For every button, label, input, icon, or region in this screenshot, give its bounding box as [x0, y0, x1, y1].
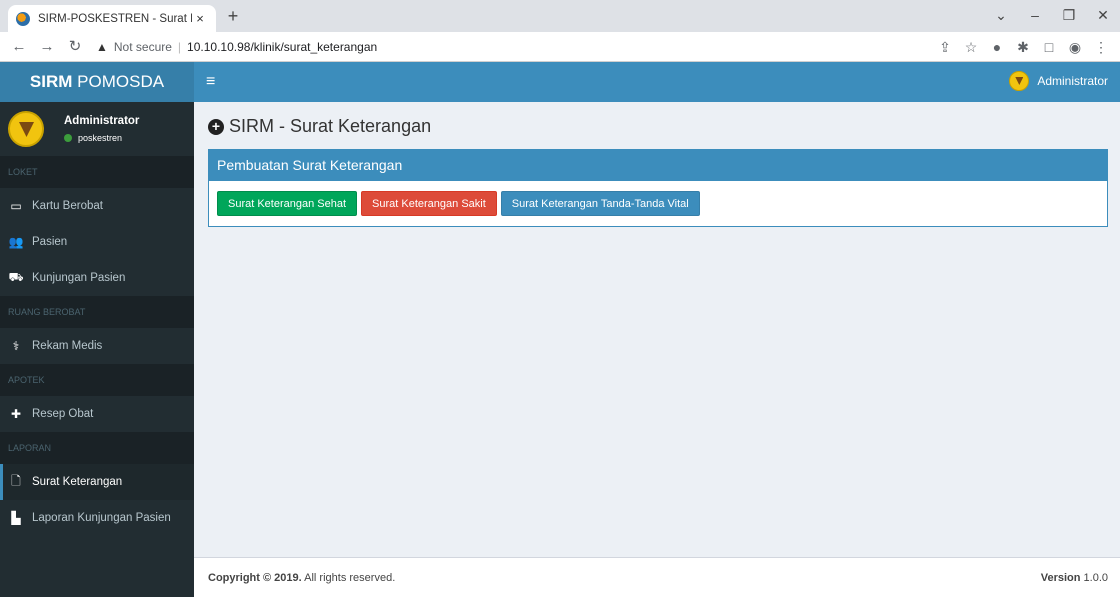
menu-header-apotek: APOTEK — [0, 364, 194, 396]
browser-tab-bar: SIRM-POSKESTREN - Surat Keteran × + ⌄ – … — [0, 0, 1120, 32]
menu-header-ruang-berobat: RUANG BEROBAT — [0, 296, 194, 328]
extension-toolbar: ⇪ ☆ ● ✱ □ ◉ ⋮ — [932, 36, 1114, 58]
address-bar: ← → ↻ ▲ Not secure | 10.10.10.98/klinik/… — [0, 32, 1120, 62]
file-text-icon: ▙ — [11, 511, 21, 525]
file-icon: 🗋 — [11, 473, 21, 488]
sidebar-item-label: Kunjungan Pasien — [32, 272, 126, 284]
avatar — [8, 111, 44, 147]
box-body: Surat Keterangan Sehat Surat Keterangan … — [209, 181, 1107, 226]
sidebar-item-label: Pasien — [32, 236, 68, 248]
medkit-icon: ✚ — [10, 407, 22, 421]
share-icon[interactable]: ⇪ — [932, 36, 958, 58]
copyright-prefix: Copyright © — [208, 572, 272, 584]
surat-keterangan-box: Pembuatan Surat Keterangan Surat Keteran… — [208, 149, 1108, 227]
sidebar-item-label: Laporan Kunjungan Pasien — [32, 512, 171, 524]
logo-bold-text: SIRM — [29, 72, 73, 91]
app-logo[interactable]: SIRM POMOSDA — [0, 62, 194, 102]
url-field[interactable]: ▲ Not secure | 10.10.10.98/klinik/surat_… — [96, 35, 906, 59]
surat-keterangan-sehat-button[interactable]: Surat Keterangan Sehat — [217, 191, 358, 216]
surat-keterangan-vital-button[interactable]: Surat Keterangan Tanda-Tanda Vital — [500, 191, 700, 216]
sidebar-user-name: Administrator — [64, 115, 140, 127]
window-controls: ⌄ – ❐ ✕ — [984, 0, 1120, 32]
user-menu[interactable]: Administrator — [1009, 71, 1108, 91]
page-title: + SIRM - Surat Keterangan — [208, 116, 431, 137]
tab-search-icon[interactable]: ⌄ — [984, 0, 1018, 32]
online-status-icon — [64, 134, 72, 142]
version-info: Version 1.0.0 — [1041, 572, 1108, 584]
side-panel-icon[interactable]: □ — [1036, 36, 1062, 58]
sidebar-item-pasien[interactable]: 👥 Pasien — [0, 224, 194, 260]
url-divider: | — [177, 40, 182, 54]
sidebar-item-kunjungan-pasien[interactable]: ⛟ Kunjungan Pasien — [0, 260, 194, 296]
sidebar-item-label: Surat Keterangan — [32, 476, 123, 488]
warning-icon: ▲ — [96, 40, 108, 54]
credit-card-icon: ▭ — [10, 199, 22, 213]
version-label: Version — [1040, 572, 1081, 584]
top-navbar: ≡ Administrator — [194, 62, 1120, 102]
profile-icon[interactable]: ◉ — [1062, 36, 1088, 58]
not-secure-label: Not secure — [113, 40, 172, 54]
sidebar-item-label: Kartu Berobat — [32, 200, 103, 212]
sidebar-item-label: Rekam Medis — [32, 340, 103, 352]
bookmark-star-icon[interactable]: ☆ — [958, 36, 984, 58]
logo-text: POMOSDA — [77, 72, 165, 91]
tab-title: SIRM-POSKESTREN - Surat Keteran — [38, 12, 192, 25]
box-title: Pembuatan Surat Keterangan — [209, 150, 1107, 181]
restore-button[interactable]: ❐ — [1052, 0, 1086, 32]
puzzle-icon[interactable]: ✱ — [1010, 36, 1036, 58]
copyright-year: 2019. — [274, 572, 302, 584]
user-panel: Administrator poskestren — [0, 102, 194, 156]
user-status: poskestren — [64, 133, 122, 143]
site-favicon-icon — [16, 11, 30, 26]
tab-close-icon[interactable]: × — [192, 11, 208, 26]
sidebar-item-label: Resep Obat — [32, 408, 94, 420]
menu-header-loket: LOKET — [0, 156, 194, 188]
back-icon[interactable]: ← — [8, 36, 30, 58]
user-status-label: poskestren — [78, 133, 123, 143]
sidebar-item-rekam-medis[interactable]: ⚕ Rekam Medis — [0, 328, 194, 364]
close-window-button[interactable]: ✕ — [1086, 0, 1120, 32]
user-avatar-icon — [1009, 71, 1030, 91]
sidebar-item-surat-keterangan[interactable]: 🗋 Surat Keterangan — [0, 464, 194, 500]
sidebar-item-laporan-kunjungan-pasien[interactable]: ▙ Laporan Kunjungan Pasien — [0, 500, 194, 536]
new-tab-button[interactable]: + — [222, 6, 244, 28]
user-menu-label: Administrator — [1037, 74, 1108, 88]
forward-icon[interactable]: → — [36, 36, 58, 58]
url-text: 10.10.10.98/klinik/surat_keterangan — [187, 40, 378, 54]
version-value: 1.0.0 — [1083, 572, 1108, 584]
extension-icon[interactable]: ● — [984, 36, 1010, 58]
menu-header-laporan: LAPORAN — [0, 432, 194, 464]
reload-icon[interactable]: ↻ — [64, 36, 86, 58]
stethoscope-icon: ⚕ — [12, 339, 20, 353]
sidebar-item-resep-obat[interactable]: ✚ Resep Obat — [0, 396, 194, 432]
copyright-suffix: All rights reserved. — [304, 572, 396, 584]
plus-circle-icon: + — [208, 118, 224, 135]
footer: Copyright © 2019. All rights reserved. V… — [194, 557, 1120, 597]
sidebar-item-kartu-berobat[interactable]: ▭ Kartu Berobat — [0, 188, 194, 224]
minimize-button[interactable]: – — [1018, 0, 1052, 32]
surat-keterangan-sakit-button[interactable]: Surat Keterangan Sakit — [361, 191, 497, 216]
page-title-text: SIRM - Surat Keterangan — [229, 116, 432, 136]
menu-dots-icon[interactable]: ⋮ — [1088, 36, 1114, 58]
browser-tab[interactable]: SIRM-POSKESTREN - Surat Keteran × — [8, 5, 216, 32]
users-icon: 👥 — [8, 235, 24, 249]
sidebar: Administrator poskestren LOKET ▭ Kartu B… — [0, 102, 194, 597]
copyright-text: Copyright © 2019. All rights reserved. — [208, 572, 395, 584]
sidebar-toggle-icon[interactable]: ≡ — [206, 72, 222, 92]
ambulance-icon: ⛟ — [8, 270, 24, 284]
main-content: + SIRM - Surat Keterangan Pembuatan Sura… — [194, 102, 1120, 557]
